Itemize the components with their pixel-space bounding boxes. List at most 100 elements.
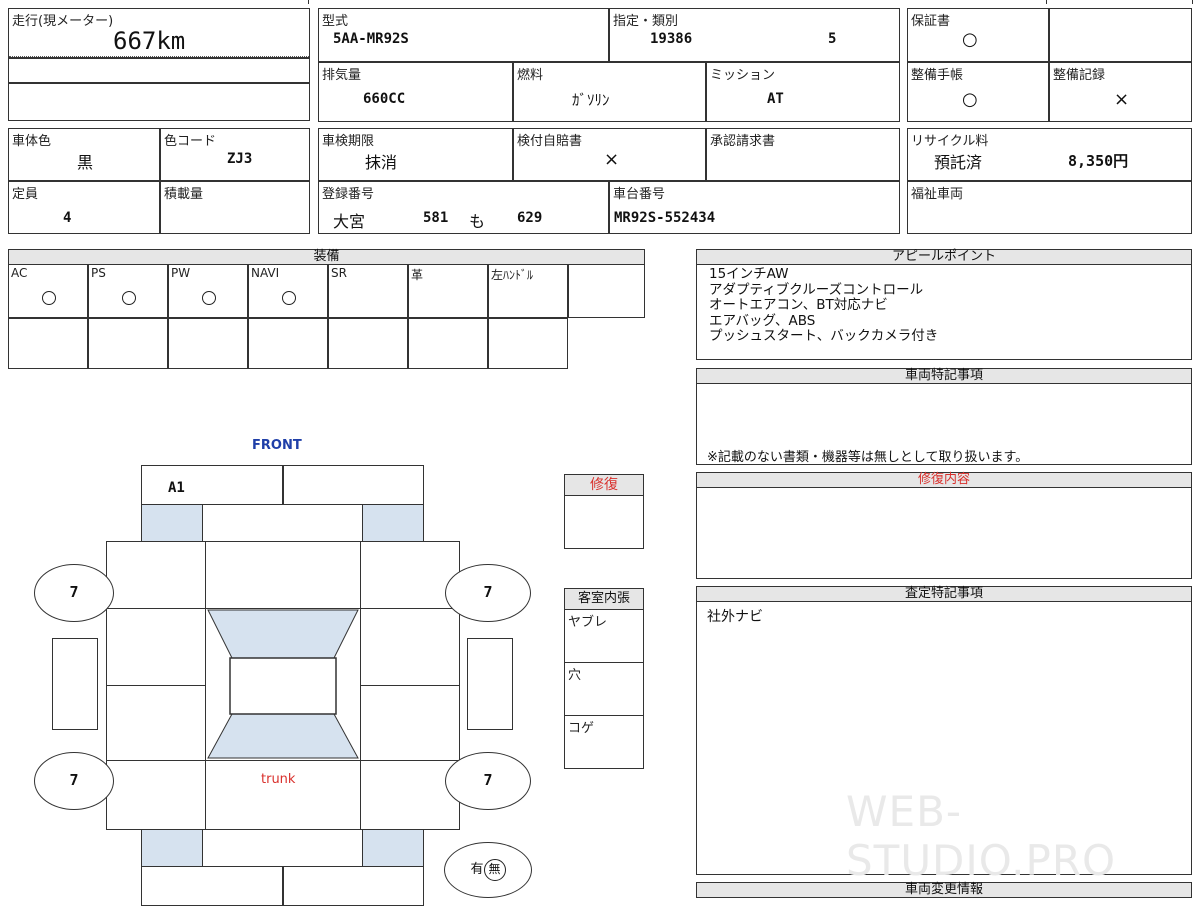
front-right-lamp [362, 504, 424, 542]
equip-navi-label: NAVI [251, 266, 280, 280]
registration-number: 629 [517, 210, 543, 226]
transmission-cell: ミッション AT [706, 62, 900, 122]
model-label: 型式 [322, 14, 349, 29]
insurance-cell: 検付自賠書 × [513, 128, 706, 181]
recycle-status: 預託済 [934, 153, 983, 172]
top-partial-row [8, 0, 1193, 4]
tire-front-left: 7 [34, 564, 114, 622]
equip-ac-label: AC [11, 266, 28, 280]
equip-row2-7 [488, 318, 568, 369]
mileage-sub-cell-2 [8, 83, 310, 121]
equip-row2-1 [8, 318, 88, 369]
color-code-label: 色コード [164, 134, 217, 149]
repair-header: 修復 [564, 474, 644, 496]
spare-yes-label: 有 [470, 862, 484, 877]
cabin-glass [207, 609, 359, 759]
mileage-cell: 走行(現メーター) 667km [8, 8, 310, 58]
displacement-value: 660CC [363, 91, 406, 107]
vehicle-notes-text: ※記載のない書類・機器等は無しとして取り扱います。 [707, 450, 1029, 465]
appeal-lines: 15インチAW アダプティブクルーズコントロール オートエアコン、BT対応ナビ … [709, 266, 939, 345]
model-value: 5AA-MR92S [333, 31, 409, 47]
body-color-value: 黒 [77, 153, 94, 172]
equip-ps: PS [88, 264, 168, 318]
capacity-label: 定員 [12, 187, 39, 202]
chassis-cell: 車台番号 MR92S-552434 [609, 181, 900, 234]
designation-value-1: 19386 [650, 31, 693, 47]
interior-tear: ヤブレ [564, 609, 644, 663]
recycle-label: リサイクル料 [911, 134, 989, 149]
capacity-value: 4 [63, 210, 72, 226]
appeal-line-5: プッシュスタート、バックカメラ付き [709, 328, 939, 344]
fuel-value: ｶﾞｿﾘﾝ [572, 91, 610, 109]
left-side-panel [52, 638, 98, 730]
mileage-value: 667km [113, 27, 186, 55]
repair-detail-header: 修復内容 [696, 472, 1192, 488]
trunk-label: trunk [261, 772, 296, 787]
watermark: WEB-STUDIO.PRO [846, 787, 1117, 885]
inspection-label: 車検期限 [322, 134, 375, 149]
warranty-cell: 保証書 ○ [907, 8, 1049, 62]
interior-hole-label: 穴 [568, 668, 582, 683]
vehicle-notes-box: ※記載のない書類・機器等は無しとして取り扱います。 [696, 383, 1192, 465]
equip-sr: SR [328, 264, 408, 318]
registration-label: 登録番号 [322, 187, 375, 202]
equip-ps-label: PS [91, 266, 106, 280]
equip-ps-circle [122, 291, 136, 305]
insurance-label: 検付自賠書 [517, 134, 583, 149]
appeal-line-3: オートエアコン、BT対応ナビ [709, 297, 888, 313]
rear-left-lamp [141, 829, 203, 867]
rear-bumper-right [283, 866, 424, 906]
chassis-value: MR92S-552434 [614, 210, 716, 226]
mileage-sub-cell-1 [8, 58, 310, 83]
body-color-label: 車体色 [12, 134, 52, 149]
equip-sr-label: SR [331, 266, 347, 280]
registration-class: 581 [423, 210, 449, 226]
equipment-header: 装備 [8, 249, 645, 265]
recycle-cell: リサイクル料 預託済 8,350円 [907, 128, 1192, 181]
equip-lhd-label: 左ﾊﾝﾄﾞﾙ [491, 268, 534, 282]
color-code-cell: 色コード ZJ3 [160, 128, 310, 181]
welfare-label: 福祉車両 [911, 187, 964, 202]
vehicle-notes-header: 車両特記事項 [696, 368, 1192, 384]
equip-leather-label: 革 [411, 268, 424, 282]
equipment-table: AC PS PW NAVI SR 革 左ﾊﾝﾄﾞﾙ [8, 264, 645, 369]
displacement-label: 排気量 [322, 68, 362, 83]
equip-navi-circle [282, 291, 296, 305]
assessment-text: 社外ナビ [707, 609, 763, 625]
appeal-line-2: アダプティブクルーズコントロール [709, 281, 924, 298]
appeal-line-4: エアバッグ、ABS [709, 312, 816, 329]
tire-front-right: 7 [445, 564, 531, 622]
color-code-value: ZJ3 [227, 151, 253, 167]
approval-cell: 承認請求書 [706, 128, 900, 181]
registration-place: 大宮 [333, 212, 366, 231]
interior-hole: 穴 [564, 662, 644, 716]
equip-ac: AC [8, 264, 88, 318]
maintenance-record-label: 整備記録 [1053, 68, 1106, 83]
chassis-label: 車台番号 [613, 187, 666, 202]
equip-row2-4 [248, 318, 328, 369]
maintenance-book-cell: 整備手帳 ○ [907, 62, 1049, 122]
repair-detail-box [696, 487, 1192, 579]
designation-cell: 指定・類別 19386 5 [609, 8, 900, 62]
maintenance-record-value: × [1114, 89, 1130, 110]
load-cell: 積載量 [160, 181, 310, 234]
equip-pw-label: PW [171, 266, 191, 280]
fuel-cell: 燃料 ｶﾞｿﾘﾝ [513, 62, 706, 122]
rear-right-lamp [362, 829, 424, 867]
rear-center [202, 829, 363, 867]
load-label: 積載量 [164, 187, 204, 202]
welfare-cell: 福祉車両 [907, 181, 1192, 234]
inspection-value: 抹消 [365, 153, 398, 172]
equip-row2-6 [408, 318, 488, 369]
displacement-cell: 排気量 660CC [318, 62, 513, 122]
fuel-label: 燃料 [517, 68, 544, 83]
mileage-label: 走行(現メーター) [12, 14, 114, 29]
equip-pw: PW [168, 264, 248, 318]
equip-navi: NAVI [248, 264, 328, 318]
equip-row2-3 [168, 318, 248, 369]
registration-cell: 登録番号 大宮 581 も 629 [318, 181, 609, 234]
tire-rear-right: 7 [445, 752, 531, 810]
capacity-cell: 定員 4 [8, 181, 160, 234]
maintenance-book-label: 整備手帳 [911, 68, 964, 83]
front-center [202, 504, 363, 542]
